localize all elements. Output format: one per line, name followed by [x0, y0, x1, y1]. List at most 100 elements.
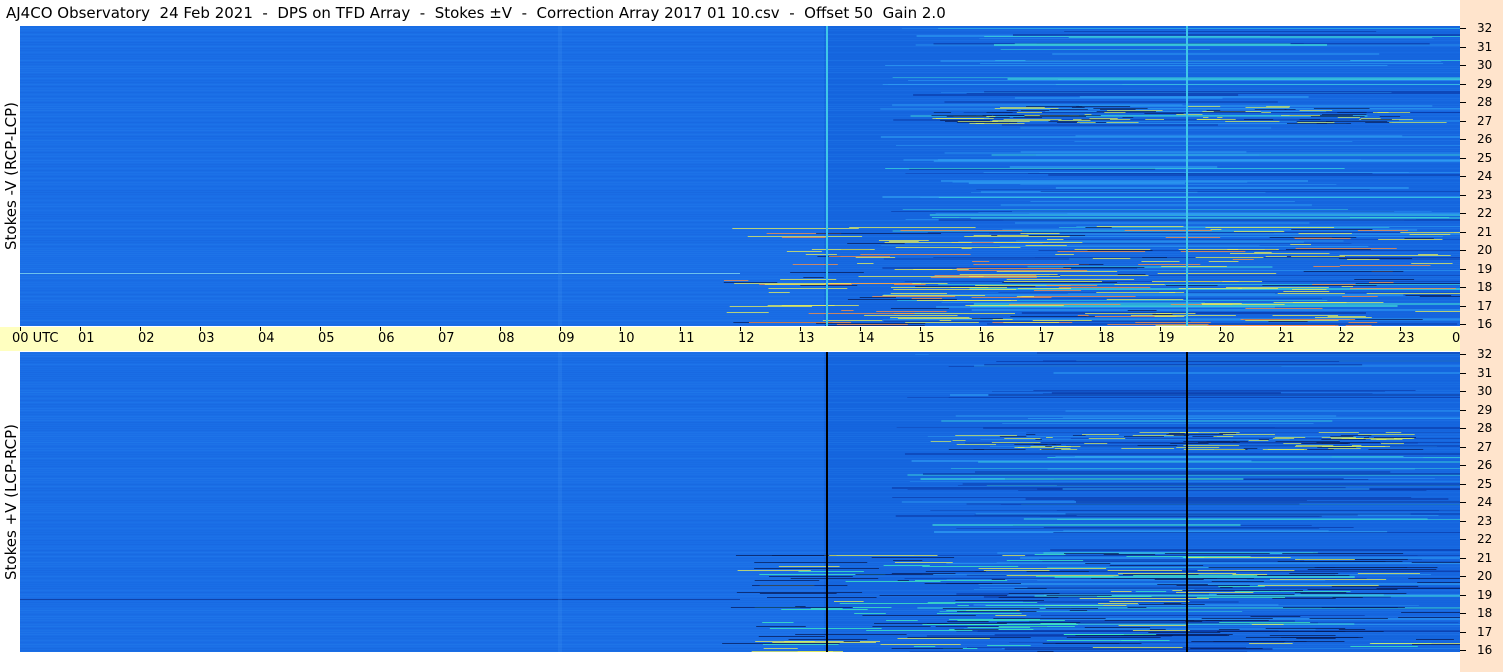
spectrogram-band [1056, 485, 1460, 486]
spectrogram-burst [897, 638, 990, 639]
bottom-spectrogram-svg [20, 352, 1460, 652]
spectrogram-burst [1085, 227, 1112, 228]
spectrogram-burst [890, 308, 949, 309]
spectrogram-band [1079, 96, 1309, 98]
spectrogram-stripe [20, 612, 1460, 613]
spectrogram-stripe [20, 520, 1460, 521]
freq-tick [1460, 520, 1466, 522]
spectrogram-stripe [20, 568, 1460, 569]
spectrogram-burst [1245, 107, 1290, 108]
spectrogram-burst [1207, 325, 1336, 326]
spectrogram-burst [723, 282, 778, 283]
spectrogram-burst [1296, 638, 1336, 639]
spectrogram-burst [1071, 107, 1085, 108]
spectrogram-burst [1124, 436, 1164, 437]
spectrogram-band [1028, 173, 1373, 174]
freq-tick [1460, 354, 1466, 355]
spectrogram-burst [1178, 288, 1243, 289]
spectrogram-burst [1298, 233, 1352, 234]
spectrogram-burst [894, 284, 926, 285]
spectrogram-band [1020, 127, 1272, 129]
spectrogram-band [1062, 488, 1370, 490]
spectrogram-burst [816, 323, 926, 324]
spectrogram-burst [1118, 625, 1187, 626]
utc-tick-label: 11 [678, 331, 695, 346]
spectrogram-burst [1232, 574, 1268, 575]
spectrogram-burst [1092, 258, 1131, 259]
spectrogram-burst [955, 600, 1044, 601]
spectrogram-band [1000, 204, 1312, 206]
spectrogram-stripe [20, 148, 1460, 149]
spectrogram-band [938, 284, 1460, 285]
freq-tick [1460, 539, 1466, 540]
spectrogram-burst [1285, 249, 1371, 250]
spectrogram-burst [768, 292, 790, 293]
spectrogram-burst [1294, 238, 1351, 239]
spectrogram-burst [999, 436, 1027, 437]
spectrogram-burst [936, 613, 1022, 614]
utc-tick-label: 16 [978, 331, 995, 346]
spectrogram-burst [1130, 315, 1236, 316]
utc-tick-label: 09 [558, 331, 575, 346]
spectrogram-burst [1082, 434, 1119, 435]
spectrogram-burst [825, 325, 925, 326]
spectrogram-burst [1208, 261, 1239, 262]
spectrogram-burst [1327, 316, 1366, 317]
spectrogram-burst [925, 571, 986, 572]
spectrogram-burst [800, 285, 858, 286]
spectrogram-burst [1350, 288, 1456, 289]
freq-tick-label: 19 [1477, 587, 1493, 602]
spectrogram-stripe [20, 72, 1460, 73]
spectrogram-stripe [20, 384, 1460, 385]
spectrogram-burst [1026, 434, 1036, 435]
spectrogram-stripe [20, 122, 1460, 123]
stokes-minus-v-spectrogram[interactable] [20, 26, 1460, 326]
spectrogram-burst [1057, 251, 1146, 252]
spectrogram-stripe [20, 572, 1460, 573]
spectrogram-stripe [20, 646, 1460, 647]
spectrogram-band [1020, 184, 1337, 185]
spectrogram-stripe [20, 144, 1460, 145]
spectrogram-stripe [20, 422, 1460, 423]
spectrogram-stripe [20, 450, 1460, 451]
spectrogram-burst [884, 242, 972, 243]
spectrogram-band [999, 246, 1369, 247]
spectrogram-burst [1006, 279, 1135, 280]
spectrogram-burst [847, 299, 957, 300]
spectrogram-burst [847, 243, 905, 244]
spectrogram-burst [1349, 438, 1413, 439]
spectrogram-burst [1190, 648, 1263, 649]
spectrogram-burst [957, 605, 969, 606]
spectrogram-burst [1191, 641, 1307, 642]
stokes-plus-v-spectrogram[interactable] [20, 352, 1460, 652]
spectrogram-burst [1314, 317, 1372, 318]
spectrogram-band [1062, 417, 1460, 418]
spectrogram-burst [1317, 447, 1357, 448]
spectrogram-burst [755, 641, 815, 642]
spectrogram-burst [954, 629, 999, 630]
spectrogram-burst [1176, 447, 1220, 448]
spectrogram-stripe [20, 64, 1460, 65]
spectrogram-stripe [20, 470, 1460, 471]
spectrogram-burst [1157, 584, 1208, 585]
spectrogram-burst [957, 270, 1088, 271]
freq-tick [1460, 324, 1466, 325]
spectrogram-burst [1299, 110, 1333, 111]
spectrogram-band [1012, 34, 1460, 36]
utc-tick-label: 23 [1398, 331, 1415, 346]
spectrogram-burst [1151, 281, 1263, 282]
spectrogram-burst [768, 288, 848, 289]
spectrogram-burst [1313, 266, 1340, 267]
spectrogram-burst [991, 579, 1006, 580]
spectrogram-burst [1201, 303, 1242, 304]
top-panel-label: Stokes -V (RCP-LCP) [0, 26, 22, 326]
freq-tick [1460, 557, 1466, 559]
spectrogram-burst [1295, 248, 1397, 249]
spectrogram-burst [1192, 436, 1217, 437]
spectrogram-burst [1372, 112, 1411, 113]
spectrogram-burst [1006, 575, 1119, 576]
spectrogram-burst [1312, 284, 1356, 285]
spectrogram-burst [1357, 573, 1420, 574]
spectrogram-burst [1268, 321, 1308, 322]
spectrogram-band [1027, 418, 1460, 419]
